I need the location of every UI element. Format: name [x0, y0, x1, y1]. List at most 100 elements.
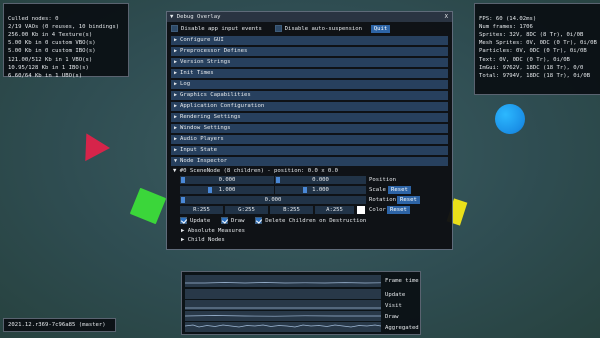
slider-grab[interactable] — [208, 187, 212, 193]
stats-line: 121.00/512 Kb in 1 VBO(s) — [8, 56, 93, 63]
timing-graphs-panel: Frame time Update Visit Draw Aggregated — [181, 271, 421, 335]
scale-x-slider[interactable]: 1.000 — [180, 186, 274, 194]
child-nodes-tree-item[interactable]: ▶ Child Nodes — [181, 236, 225, 245]
quit-button[interactable]: Quit — [370, 25, 391, 33]
expand-arrow-icon: ▶ — [173, 147, 177, 153]
top-options-row: Disable app input events Disable auto-su… — [171, 25, 391, 34]
position-label: Position — [369, 177, 396, 183]
stats-line: 6.60/64 Kb in 1 UBO(s) — [8, 72, 83, 79]
draw-label: Draw — [385, 314, 399, 320]
section-log[interactable]: ▶ Log — [171, 80, 448, 89]
red-triangle-sprite — [74, 126, 110, 162]
version-label: 2021.12.r369-7c96a85 (master) — [3, 318, 116, 332]
absolute-measures-tree-item[interactable]: ▶ Absolute Measures — [181, 227, 245, 236]
stats-line: Sprites: 32V, 8DC (8 Tr), 0i/0B — [479, 32, 584, 39]
section-configure-gui[interactable]: ▶ Configure GUI — [171, 36, 448, 45]
frame-time-plot — [185, 282, 382, 284]
section-init-times[interactable]: ▶ Init Times — [171, 69, 448, 78]
window-titlebar[interactable]: ▼ Debug Overlay X — [167, 12, 452, 22]
stats-line: Culled nodes: 0 — [8, 16, 59, 23]
color-a-field[interactable]: A:255 — [315, 206, 354, 214]
position-x-slider[interactable]: 0.000 — [180, 176, 274, 184]
slider-grab[interactable] — [181, 197, 185, 203]
aggregated-graph — [184, 322, 382, 332]
update-graph — [185, 289, 381, 299]
draw-label: Draw — [230, 218, 245, 224]
slider-grab[interactable] — [181, 177, 185, 183]
stats-line: 5.00 Kb in 0 custom IBO(s) — [8, 48, 96, 55]
section-graphics-capabilities[interactable]: ▶ Graphics Capabilities — [171, 91, 448, 100]
draw-checkbox[interactable] — [220, 217, 228, 224]
visit-plot — [185, 307, 381, 309]
green-square-sprite — [129, 187, 167, 225]
section-node-inspector[interactable]: ▼ Node Inspector — [171, 157, 448, 166]
update-checkbox[interactable] — [180, 217, 187, 224]
expand-arrow-icon: ▶ — [173, 37, 177, 43]
stats-line: Total: 9794V, 18DC (18 Tr), 0i/0B — [479, 72, 591, 79]
stats-line: Particles: 0V, 0DC (0 Tr), 0i/0B — [479, 48, 587, 55]
debug-overlay-window[interactable]: ▼ Debug Overlay X Disable app input even… — [166, 11, 453, 250]
fps-stats-panel: FPS: 60 (14.02ms) Num frames: 1706 Sprites… — [474, 3, 600, 95]
rotation-label: Rotation — [369, 197, 396, 203]
stats-line: 5.00 Kb in 0 custom VBO(s) — [8, 40, 96, 47]
color-b-field[interactable]: B:255 — [270, 206, 313, 214]
expand-arrow-icon: ▶ — [181, 237, 188, 243]
section-input-state[interactable]: ▶ Input State — [171, 146, 448, 155]
expand-arrow-icon: ▶ — [173, 81, 177, 87]
expand-arrow-icon: ▶ — [173, 136, 177, 142]
slider-grab[interactable] — [303, 187, 307, 193]
expand-arrow-icon: ▶ — [173, 103, 177, 109]
scene-node-tree-item[interactable]: ▼ #0 SceneNode (8 children) - position: … — [173, 167, 338, 176]
slider-grab[interactable] — [276, 177, 280, 183]
color-r-field[interactable]: R:255 — [180, 206, 223, 214]
stats-line: 10.95/128 Kb in 1 IBO(s) — [8, 64, 89, 71]
stats-line: ImGui: 9762V, 18DC (18 Tr), 0/0 — [479, 64, 584, 71]
aggregated-plot — [184, 324, 382, 328]
collapse-triangle-icon[interactable]: ▼ — [170, 14, 177, 20]
draw-plot — [184, 315, 381, 317]
collapse-arrow-icon: ▼ — [173, 168, 180, 174]
draw-graph — [184, 311, 381, 321]
color-swatch[interactable] — [357, 206, 365, 214]
expand-arrow-icon: ▶ — [173, 70, 177, 76]
scale-y-slider[interactable]: 1.000 — [275, 186, 366, 194]
rotation-reset-button[interactable]: Reset — [397, 196, 420, 204]
expand-arrow-icon: ▶ — [181, 228, 188, 234]
stats-line: Text: 0V, 0DC (0 Tr), 0i/0B — [479, 56, 570, 63]
expand-arrow-icon: ▶ — [173, 114, 177, 120]
scale-label: Scale — [369, 187, 386, 193]
close-icon[interactable]: X — [445, 13, 448, 21]
section-version-strings[interactable]: ▶ Version Strings — [171, 58, 448, 67]
section-preprocessor-defines[interactable]: ▶ Preprocessor Defines — [171, 47, 448, 56]
color-reset-button[interactable]: Reset — [387, 206, 410, 214]
stats-line: 256.00 Kb in 4 Texture(s) — [8, 32, 93, 39]
update-label: Update — [190, 218, 211, 224]
section-window-settings[interactable]: ▶ Window Settings — [171, 124, 448, 133]
blue-circle-sprite — [495, 104, 525, 134]
expand-arrow-icon: ▶ — [173, 125, 177, 131]
color-label: Color — [369, 207, 386, 213]
expand-arrow-icon: ▶ — [173, 92, 177, 98]
aggregated-label: Aggregated — [385, 325, 419, 331]
visit-graph — [185, 300, 381, 310]
window-title: ▼ Debug Overlay — [170, 14, 221, 20]
disable-auto-suspension-label: Disable auto-suspension — [284, 26, 363, 32]
color-g-field[interactable]: G:255 — [225, 206, 268, 214]
disable-auto-suspension-checkbox[interactable] — [274, 25, 282, 32]
expand-arrow-icon: ▶ — [173, 59, 177, 65]
stats-line: 2/19 VAOs (0 reuses, 10 bindings) — [8, 24, 120, 31]
disable-app-input-checkbox[interactable] — [171, 25, 178, 32]
scale-reset-button[interactable]: Reset — [388, 186, 411, 194]
section-rendering-settings[interactable]: ▶ Rendering Settings — [171, 113, 448, 122]
position-y-slider[interactable]: 0.000 — [275, 176, 366, 184]
rotation-slider[interactable]: 0.000 — [180, 196, 366, 204]
section-audio-players[interactable]: ▶ Audio Players — [171, 135, 448, 144]
delete-children-checkbox[interactable] — [255, 217, 263, 224]
frame-time-graph — [185, 275, 382, 287]
frame-time-label: Frame time — [385, 278, 419, 284]
update-label: Update — [385, 292, 406, 298]
section-application-configuration[interactable]: ▶ Application Configuration — [171, 102, 448, 111]
stats-line: Mesh Sprites: 0V, 0DC (0 Tr), 0i/0B — [479, 40, 597, 47]
visit-label: Visit — [385, 303, 402, 309]
disable-app-input-label: Disable app input events — [181, 26, 262, 32]
